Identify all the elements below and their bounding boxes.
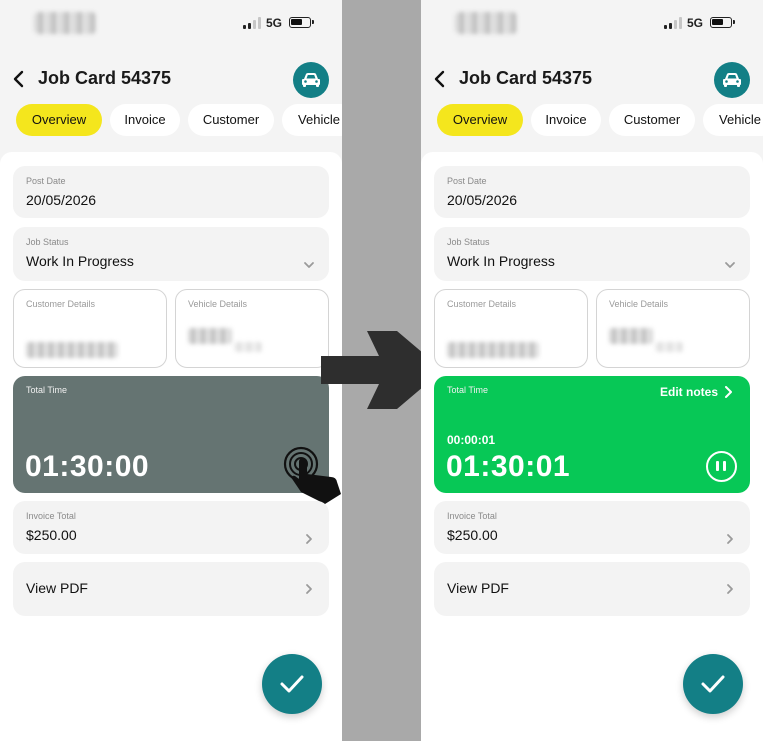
tap-gesture-icon xyxy=(283,446,341,504)
vehicle-details-card[interactable]: Vehicle Details xyxy=(175,289,329,368)
page-title: Job Card 54375 xyxy=(38,68,172,88)
vehicle-details-label: Vehicle Details xyxy=(188,299,248,309)
customer-details-card[interactable]: Customer Details xyxy=(13,289,167,368)
chevron-down-icon xyxy=(725,262,735,268)
vehicle-details-blurred xyxy=(609,328,653,344)
tab-overview[interactable]: Overview xyxy=(16,104,102,136)
status-bar: 5G xyxy=(421,12,763,34)
page-title: Job Card 54375 xyxy=(459,68,593,88)
view-pdf-link[interactable]: View PDF xyxy=(26,580,88,596)
post-date-label: Post Date xyxy=(26,176,66,186)
invoice-total-value: $250.00 xyxy=(447,527,498,543)
vehicle-details-blurred-2 xyxy=(655,342,683,352)
edit-notes-button[interactable]: Edit notes xyxy=(660,385,732,399)
battery-icon xyxy=(289,17,314,28)
vehicle-details-blurred xyxy=(188,328,232,344)
view-pdf-row[interactable]: View PDF xyxy=(13,562,329,616)
after-screen: 5G Job Card 54375 Overview Invoice Custo… xyxy=(421,0,763,741)
carrier-blurred xyxy=(455,12,517,34)
customer-details-blurred xyxy=(26,342,118,358)
post-date-label: Post Date xyxy=(447,176,487,186)
session-time-value: 00:00:01 xyxy=(447,433,496,447)
vehicle-button[interactable] xyxy=(714,62,750,98)
vehicle-icon xyxy=(302,73,320,87)
chevron-right-icon xyxy=(306,534,312,544)
total-time-label: Total Time xyxy=(447,385,489,395)
total-time-value: 01:30:00 xyxy=(25,450,150,483)
tab-invoice[interactable]: Invoice xyxy=(531,104,601,136)
invoice-total-row[interactable]: Invoice Total $250.00 xyxy=(13,501,329,554)
back-chevron-icon[interactable] xyxy=(11,70,27,88)
checkmark-icon xyxy=(701,675,725,693)
tab-vehicle[interactable]: Vehicle xyxy=(282,104,342,136)
job-status-value: Work In Progress xyxy=(26,253,134,269)
vehicle-button[interactable] xyxy=(293,62,329,98)
vehicle-details-blurred-2 xyxy=(234,342,262,352)
pause-icon[interactable] xyxy=(706,451,737,482)
edit-notes-label: Edit notes xyxy=(659,385,718,399)
job-status-value: Work In Progress xyxy=(447,253,555,269)
invoice-total-label: Invoice Total xyxy=(26,511,76,521)
header: Job Card 54375 xyxy=(0,62,342,98)
checkmark-icon xyxy=(280,675,304,693)
chevron-right-icon xyxy=(725,386,732,398)
invoice-total-row[interactable]: Invoice Total $250.00 xyxy=(434,501,750,554)
total-time-card[interactable]: Total Time Edit notes 00:00:01 01:30:01 xyxy=(434,376,750,493)
status-bar: 5G xyxy=(0,12,342,34)
chevron-right-icon xyxy=(306,584,312,594)
customer-details-label: Customer Details xyxy=(26,299,96,309)
total-time-label: Total Time xyxy=(26,385,68,395)
view-pdf-link[interactable]: View PDF xyxy=(447,580,509,596)
vehicle-details-card[interactable]: Vehicle Details xyxy=(596,289,750,368)
invoice-total-label: Invoice Total xyxy=(447,511,497,521)
chevron-right-icon xyxy=(727,584,733,594)
post-date-value: 20/05/2026 xyxy=(26,192,97,208)
customer-details-card[interactable]: Customer Details xyxy=(434,289,588,368)
post-date-value: 20/05/2026 xyxy=(447,192,518,208)
back-chevron-icon[interactable] xyxy=(432,70,448,88)
battery-icon xyxy=(710,17,735,28)
vehicle-icon xyxy=(723,73,741,87)
signal-icon xyxy=(664,17,682,29)
header: Job Card 54375 xyxy=(421,62,763,98)
tab-invoice[interactable]: Invoice xyxy=(110,104,180,136)
customer-details-label: Customer Details xyxy=(447,299,517,309)
tab-overview[interactable]: Overview xyxy=(437,104,523,136)
post-date-field: Post Date 20/05/2026 xyxy=(434,166,750,218)
job-status-select[interactable]: Job Status Work In Progress xyxy=(434,227,750,281)
job-status-label: Job Status xyxy=(447,237,490,247)
carrier-blurred xyxy=(34,12,96,34)
post-date-field: Post Date 20/05/2026 xyxy=(13,166,329,218)
before-screen: 5G Job Card 54375 Overview Invoice Custo… xyxy=(0,0,342,741)
job-status-label: Job Status xyxy=(26,237,69,247)
signal-icon xyxy=(243,17,261,29)
total-time-value: 01:30:01 xyxy=(446,450,571,483)
confirm-button[interactable] xyxy=(262,654,322,714)
confirm-button[interactable] xyxy=(683,654,743,714)
customer-details-blurred xyxy=(447,342,539,358)
tab-customer[interactable]: Customer xyxy=(609,104,695,136)
vehicle-details-label: Vehicle Details xyxy=(609,299,669,309)
chevron-right-icon xyxy=(727,534,733,544)
tab-customer[interactable]: Customer xyxy=(188,104,274,136)
job-status-select[interactable]: Job Status Work In Progress xyxy=(13,227,329,281)
tab-vehicle[interactable]: Vehicle xyxy=(703,104,763,136)
chevron-down-icon xyxy=(304,262,314,268)
network-label: 5G xyxy=(266,16,283,30)
invoice-total-value: $250.00 xyxy=(26,527,77,543)
network-label: 5G xyxy=(687,16,704,30)
view-pdf-row[interactable]: View PDF xyxy=(434,562,750,616)
